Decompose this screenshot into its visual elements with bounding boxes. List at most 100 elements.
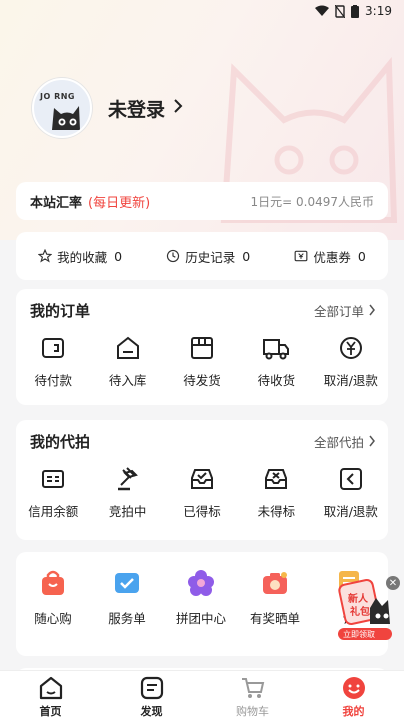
tool-shop-freely[interactable]: 随心购 xyxy=(16,568,90,627)
tools-row: 随心购 服务单 拼团中心 有奖晒单 评 xyxy=(16,568,388,627)
tab-cart[interactable]: 购物车 xyxy=(202,671,303,720)
bid-item-label: 未得标 xyxy=(257,504,296,519)
tray-x-icon xyxy=(265,469,288,489)
gavel-icon xyxy=(117,467,138,491)
orders-row: 待付款 待入库 待发货 待收货 取消/退款 xyxy=(16,335,388,389)
tab-profile[interactable]: 我的 xyxy=(303,671,404,720)
exchange-rate-label: 本站汇率 xyxy=(30,195,83,211)
stat-label: 历史记录 xyxy=(185,249,236,265)
bids-header: 我的代拍 全部代拍 xyxy=(30,430,376,452)
order-pending-shipment[interactable]: 待发货 xyxy=(165,335,239,389)
exchange-rate-note: (每日更新) xyxy=(88,195,151,211)
truck-icon xyxy=(263,339,290,360)
bid-lost[interactable]: 未得标 xyxy=(239,466,313,520)
all-bids-link[interactable]: 全部代拍 xyxy=(314,432,376,451)
order-pending-warehouse[interactable]: 待入库 xyxy=(90,335,164,389)
order-item-label: 待入库 xyxy=(108,373,147,388)
coupon-icon xyxy=(294,250,308,262)
tab-label: 发现 xyxy=(140,705,163,718)
cart-icon xyxy=(241,678,264,698)
stat-count: 0 xyxy=(114,248,123,264)
bid-cancel-refund[interactable]: 取消/退款 xyxy=(314,466,388,520)
camera-icon xyxy=(263,572,287,594)
order-cancel-refund[interactable]: 取消/退款 xyxy=(314,335,388,389)
tool-label: 有奖晒单 xyxy=(249,611,300,626)
bid-item-label: 已得标 xyxy=(183,504,221,519)
discover-icon xyxy=(140,676,163,700)
bid-credit-balance[interactable]: 信用余额 xyxy=(16,466,90,520)
login-label[interactable]: 未登录 xyxy=(108,95,165,122)
stat-count: 0 xyxy=(357,248,366,264)
star-icon xyxy=(38,249,53,263)
clock-icon xyxy=(167,249,180,263)
cat-avatar-icon xyxy=(52,106,80,130)
profile-header[interactable]: JO RNG 未登录 xyxy=(32,78,183,138)
tool-group-buy[interactable]: 拼团中心 xyxy=(164,568,238,627)
stat-count: 0 xyxy=(242,248,251,264)
warehouse-icon xyxy=(116,336,139,359)
profile-smile-icon xyxy=(342,677,365,699)
order-item-label: 待发货 xyxy=(183,373,221,388)
all-orders-label: 全部订单 xyxy=(313,303,364,319)
bottom-tab-bar: 首页 发现 购物车 我的 xyxy=(0,670,404,720)
chevron-right-icon xyxy=(173,98,183,118)
chevron-right-icon xyxy=(369,435,375,447)
tool-share-order[interactable]: 有奖晒单 xyxy=(238,568,312,627)
tab-label: 我的 xyxy=(342,705,365,718)
exchange-rate-card: 本站汇率 (每日更新) 1日元= 0.0497人民币 xyxy=(16,182,388,220)
stat-favorites[interactable]: 我的收藏 0 xyxy=(38,247,122,266)
tab-home[interactable]: 首页 xyxy=(0,671,101,720)
bid-item-label: 信用余额 xyxy=(28,504,79,519)
home-icon xyxy=(39,676,62,700)
orders-title: 我的订单 xyxy=(30,301,91,320)
package-icon xyxy=(191,337,214,359)
tools-card: 随心购 服务单 拼团中心 有奖晒单 评 xyxy=(16,552,388,656)
tool-label: 拼团中心 xyxy=(175,611,226,626)
bid-item-label: 取消/退款 xyxy=(323,504,378,519)
close-icon[interactable]: ✕ xyxy=(386,576,400,590)
order-pending-receipt[interactable]: 待收货 xyxy=(239,335,313,389)
shopping-bag-icon xyxy=(42,570,64,595)
tool-label: 服务单 xyxy=(108,611,146,626)
bids-row: 信用余额 竞拍中 已得标 未得标 取消/退款 xyxy=(16,466,388,520)
order-pending-payment[interactable]: 待付款 xyxy=(16,335,90,389)
tool-service-ticket[interactable]: 服务单 xyxy=(90,568,164,627)
all-orders-link[interactable]: 全部订单 xyxy=(314,301,376,320)
status-bar: 3:19 xyxy=(0,0,404,24)
cancel-refund-icon xyxy=(339,468,362,490)
all-bids-label: 全部代拍 xyxy=(313,434,364,450)
avatar[interactable]: JO RNG xyxy=(32,78,92,138)
tool-label: 随心购 xyxy=(34,611,72,626)
stats-card: 我的收藏 0 历史记录 0 优惠券 0 xyxy=(16,232,388,280)
wallet-icon xyxy=(42,338,65,358)
stat-coupons[interactable]: 优惠券 0 xyxy=(294,247,366,266)
order-item-label: 待收货 xyxy=(257,373,296,388)
bids-card: 我的代拍 全部代拍 信用余额 竞拍中 已得标 未得标 取消/退款 xyxy=(16,420,388,540)
exchange-rate-value: 1日元= 0.0497人民币 xyxy=(250,194,375,209)
bid-won[interactable]: 已得标 xyxy=(165,466,239,520)
orders-card: 我的订单 全部订单 待付款 待入库 待发货 待收货 取消/退款 xyxy=(16,289,388,405)
order-item-label: 取消/退款 xyxy=(323,373,378,388)
battery-icon xyxy=(351,4,360,18)
order-item-label: 待付款 xyxy=(34,373,72,388)
tray-check-icon xyxy=(191,469,214,489)
service-check-icon xyxy=(115,573,139,593)
flower-icon xyxy=(188,570,214,596)
new-user-gift-badge[interactable]: 新人 礼包 立即领取 xyxy=(336,578,394,642)
chevron-right-icon xyxy=(369,304,375,316)
orders-header: 我的订单 全部订单 xyxy=(30,299,376,321)
stat-history[interactable]: 历史记录 0 xyxy=(166,247,250,266)
bids-title: 我的代拍 xyxy=(30,432,91,451)
tab-discover[interactable]: 发现 xyxy=(101,671,202,720)
gift-line2: 礼包 xyxy=(350,607,370,618)
wifi-icon xyxy=(315,5,330,16)
no-sim-icon xyxy=(335,4,346,18)
stat-label: 我的收藏 xyxy=(57,249,108,265)
status-time: 3:19 xyxy=(365,4,392,18)
credit-card-icon xyxy=(42,470,65,488)
refund-icon xyxy=(339,337,362,359)
gift-cta: 立即领取 xyxy=(343,630,375,639)
bid-in-progress[interactable]: 竞拍中 xyxy=(90,466,164,520)
tab-label: 首页 xyxy=(39,705,62,718)
tab-label: 购物车 xyxy=(236,705,269,718)
